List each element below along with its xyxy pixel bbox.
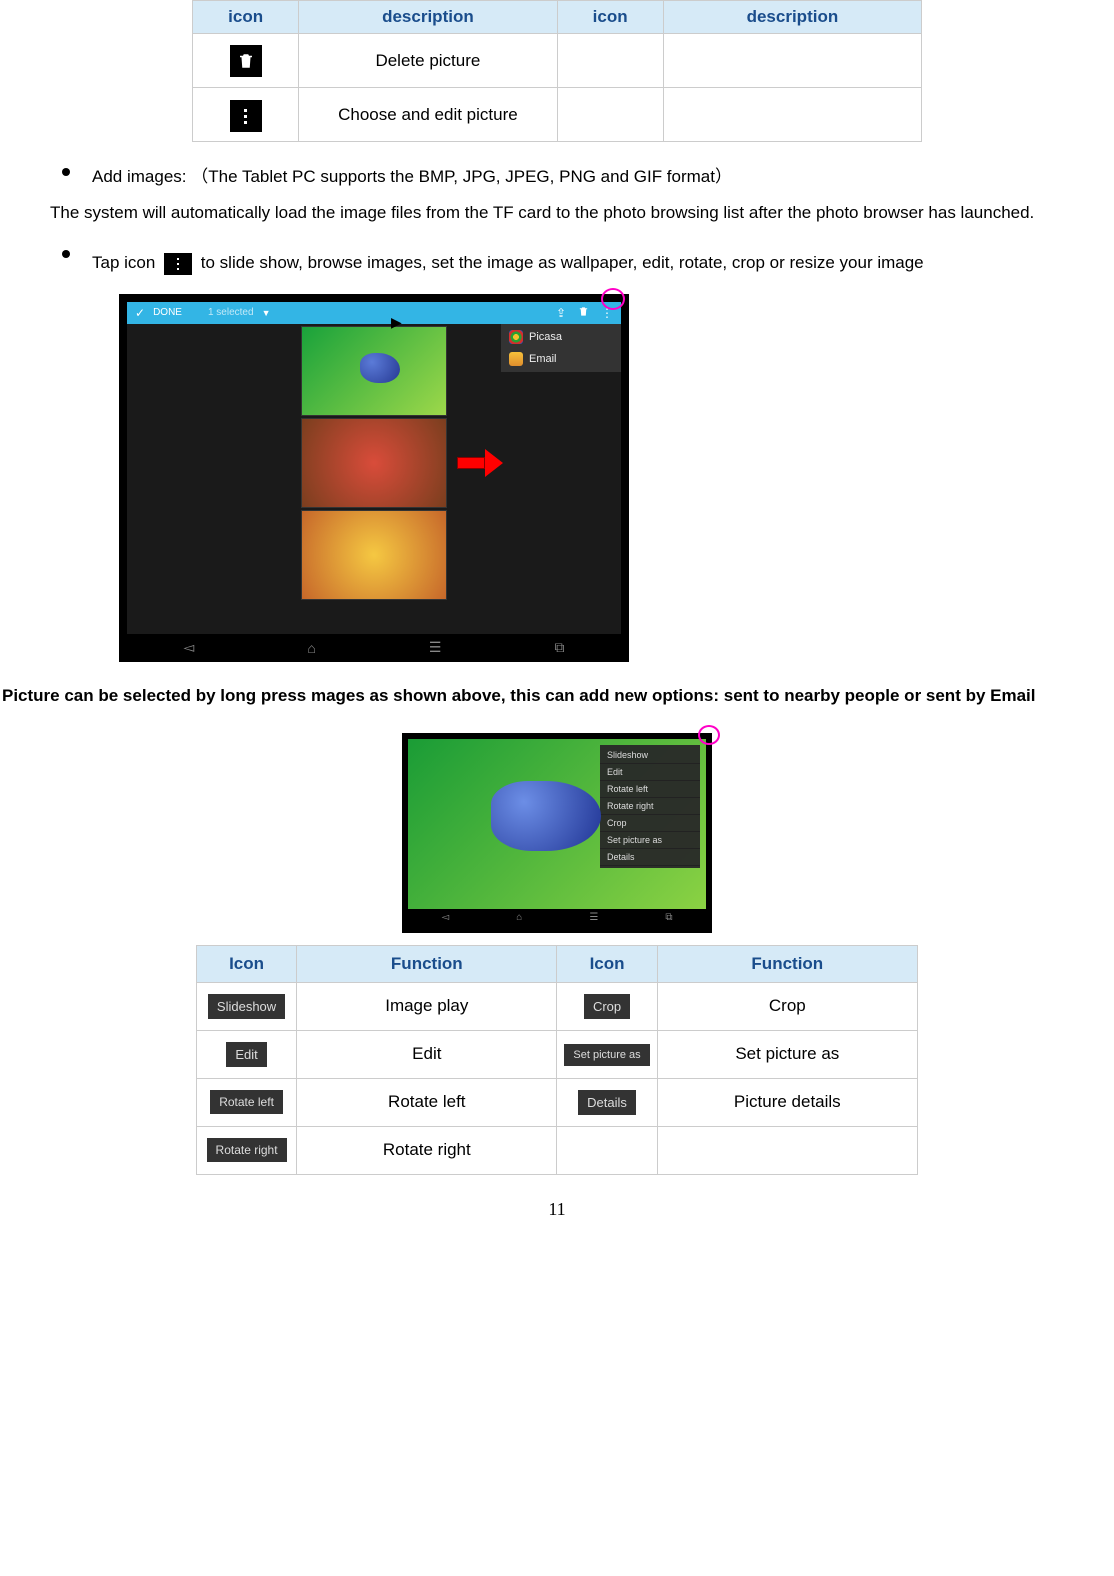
email-icon bbox=[509, 352, 523, 366]
bullet-text-post: （The Tablet PC supports the BMP, JPG, JP… bbox=[191, 167, 732, 186]
android-navbar: ◅ ⌂ ☰ ⧉ bbox=[127, 634, 621, 662]
func-cell: Picture details bbox=[657, 1078, 917, 1126]
butterfly-image: Slideshow Edit Rotate left Rotate right … bbox=[408, 739, 706, 909]
recents-icon: ☰ bbox=[589, 912, 598, 923]
th-desc-2: description bbox=[663, 1, 921, 34]
back-icon: ◅ bbox=[184, 639, 195, 656]
slideshow-button-icon: Slideshow bbox=[208, 994, 285, 1019]
rotate-right-button-icon: Rotate right bbox=[207, 1138, 287, 1162]
options-menu: Slideshow Edit Rotate left Rotate right … bbox=[600, 745, 700, 868]
bullet-text-pre: Add images: bbox=[92, 167, 187, 186]
th-icon-2: Icon bbox=[557, 945, 657, 982]
page-number: 11 bbox=[2, 1199, 1112, 1220]
crop-button-icon: Crop bbox=[584, 994, 630, 1019]
th-func-2: Function bbox=[657, 945, 917, 982]
bullet-icon bbox=[62, 250, 70, 258]
paragraph-loadinfo: The system will automatically load the i… bbox=[50, 199, 1112, 226]
func-cell: Rotate left bbox=[297, 1078, 557, 1126]
icon-description-table: icon description icon description Delete… bbox=[192, 0, 922, 142]
bullet-tap-icon: Tap icon to slide show, browse images, s… bbox=[62, 244, 1112, 281]
thumbnail-image bbox=[301, 326, 447, 416]
table-row: Rotate right Rotate right bbox=[197, 1126, 918, 1174]
menu-item: Rotate right bbox=[600, 798, 700, 815]
gallery-topbar: ✓ DONE 1 selected ▼ ⇪ ⋮ bbox=[127, 302, 621, 324]
screenshot-image-options: Slideshow Edit Rotate left Rotate right … bbox=[402, 733, 712, 933]
th-icon-1: Icon bbox=[197, 945, 297, 982]
tablet-frame: ✓ DONE 1 selected ▼ ⇪ ⋮ bbox=[119, 294, 629, 662]
table-row: Slideshow Image play Crop Crop bbox=[197, 982, 918, 1030]
set-picture-as-button-icon: Set picture as bbox=[564, 1044, 649, 1066]
menu-item: Details bbox=[600, 849, 700, 866]
gallery-thumbs bbox=[299, 324, 449, 634]
bullet2-post: to slide show, browse images, set the im… bbox=[201, 253, 924, 272]
back-icon: ◅ bbox=[442, 912, 450, 923]
share-icon: ⇪ bbox=[556, 306, 566, 320]
th-icon-2: icon bbox=[557, 1, 663, 34]
bullet-icon bbox=[62, 168, 70, 176]
menu-item: Edit bbox=[600, 764, 700, 781]
th-func-1: Function bbox=[297, 945, 557, 982]
more-icon bbox=[230, 100, 262, 132]
th-desc-1: description bbox=[299, 1, 557, 34]
bullet-add-images: Add images: （The Tablet PC supports the … bbox=[62, 162, 1112, 187]
screenshot-gallery-select: ✓ DONE 1 selected ▼ ⇪ ⋮ bbox=[119, 294, 629, 662]
menu-item: Set picture as bbox=[600, 832, 700, 849]
screenshot-icon: ⧉ bbox=[665, 912, 672, 923]
triangle-marker: ▶ bbox=[391, 314, 402, 331]
menu-item: Slideshow bbox=[600, 747, 700, 764]
table-row: Delete picture bbox=[193, 34, 922, 88]
thumbnail-image bbox=[301, 510, 447, 600]
icon-function-table: Icon Function Icon Function Slideshow Im… bbox=[196, 945, 918, 1175]
edit-button-icon: Edit bbox=[226, 1042, 266, 1067]
table-row: Rotate left Rotate left Details Picture … bbox=[197, 1078, 918, 1126]
more-icon: ⋮ bbox=[601, 306, 613, 320]
android-navbar: ◅ ⌂ ☰ ⧉ bbox=[408, 909, 706, 927]
home-icon: ⌂ bbox=[516, 912, 522, 923]
rotate-left-button-icon: Rotate left bbox=[210, 1090, 283, 1114]
paragraph-longpress: Picture can be selected by long press ma… bbox=[2, 682, 1112, 709]
selected-count: 1 selected bbox=[208, 307, 254, 318]
screenshot-icon: ⧉ bbox=[554, 639, 564, 656]
func-cell: Edit bbox=[297, 1030, 557, 1078]
share-item-label: Picasa bbox=[529, 331, 562, 343]
table-row: Choose and edit picture bbox=[193, 88, 922, 142]
func-cell: Crop bbox=[657, 982, 917, 1030]
menu-item: Crop bbox=[600, 815, 700, 832]
gallery-body: Picasa Email bbox=[127, 324, 621, 634]
func-cell: Set picture as bbox=[657, 1030, 917, 1078]
desc-cell: Delete picture bbox=[299, 34, 557, 88]
thumbnail-image bbox=[301, 418, 447, 508]
desc-cell: Choose and edit picture bbox=[299, 88, 557, 142]
picasa-icon bbox=[509, 330, 523, 344]
share-item-email: Email bbox=[501, 348, 621, 370]
func-cell: Image play bbox=[297, 982, 557, 1030]
done-label: DONE bbox=[153, 307, 182, 318]
menu-item: Rotate left bbox=[600, 781, 700, 798]
details-button-icon: Details bbox=[578, 1090, 636, 1115]
more-icon bbox=[164, 253, 192, 275]
th-icon-1: icon bbox=[193, 1, 299, 34]
share-item-picasa: Picasa bbox=[501, 326, 621, 348]
home-icon: ⌂ bbox=[307, 640, 315, 656]
share-item-label: Email bbox=[529, 353, 557, 365]
recents-icon: ☰ bbox=[429, 639, 442, 656]
func-cell: Rotate right bbox=[297, 1126, 557, 1174]
check-icon: ✓ bbox=[135, 306, 145, 320]
tablet-frame: Slideshow Edit Rotate left Rotate right … bbox=[402, 733, 712, 933]
bullet2-pre: Tap icon bbox=[92, 253, 160, 272]
trash-icon bbox=[578, 305, 589, 321]
table-row: Edit Edit Set picture as Set picture as bbox=[197, 1030, 918, 1078]
trash-icon bbox=[230, 45, 262, 77]
share-menu: Picasa Email bbox=[501, 324, 621, 372]
